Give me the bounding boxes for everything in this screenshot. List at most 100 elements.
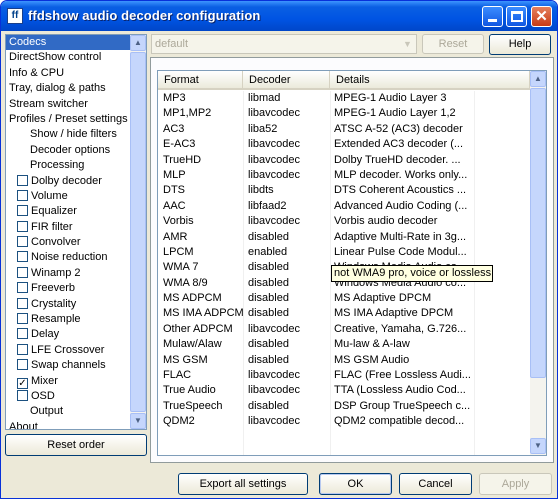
table-row[interactable]: MS IMA ADPCM disabled MS IMA Adaptive DPCM [158, 306, 530, 321]
decoder-cell[interactable]: disabled [248, 230, 332, 245]
decoder-cell[interactable]: disabled [248, 353, 332, 368]
tree-item[interactable]: Show / hide filters [6, 127, 131, 142]
table-row[interactable]: Vorbis libavcodec Vorbis audio decoder [158, 214, 530, 229]
tree-item[interactable]: About [6, 420, 131, 429]
table-row[interactable]: QDM2 libavcodec QDM2 compatible decod... [158, 414, 530, 429]
tree-item-checkbox[interactable] [17, 220, 28, 232]
scroll-up-icon[interactable]: ▲ [130, 35, 146, 51]
tree-item[interactable]: Processing [6, 158, 131, 173]
decoder-cell[interactable]: enabled [248, 245, 332, 260]
table-row[interactable]: AMR disabled Adaptive Multi-Rate in 3g... [158, 230, 530, 245]
table-row[interactable]: Other ADPCM libavcodec Creative, Yamaha, G… [158, 322, 530, 337]
tree-item-checkbox[interactable]: ✓ [17, 377, 28, 389]
codec-table[interactable]: Format Decoder Details MP3 libmad MPEG-1 A… [157, 70, 547, 456]
scroll-thumb[interactable] [530, 88, 546, 378]
tree-item[interactable]: Convolver [6, 235, 131, 250]
ok-button[interactable]: OK [319, 473, 392, 495]
tree-item[interactable]: OSD [6, 389, 131, 404]
decoder-cell[interactable]: libavcodec [248, 322, 332, 337]
table-row[interactable]: E-AC3 libavcodec Extended AC3 decoder (... [158, 137, 530, 152]
tree-item-checkbox[interactable] [17, 297, 28, 309]
table-row[interactable]: DTS libdts DTS Coherent Acoustics ... [158, 183, 530, 198]
table-scrollbar[interactable]: ▲ ▼ [530, 71, 546, 455]
decoder-cell[interactable]: libfaad2 [248, 199, 332, 214]
decoder-cell[interactable]: libavcodec [248, 368, 332, 383]
scroll-down-icon[interactable]: ▼ [530, 438, 546, 454]
tree-item[interactable]: Resample [6, 312, 131, 327]
close-button[interactable]: ✕ [531, 6, 552, 27]
tree-item[interactable]: Winamp 2 [6, 266, 131, 281]
tree-item-checkbox[interactable] [17, 359, 28, 371]
tree-item[interactable]: Crystality [6, 297, 131, 312]
tree-item[interactable]: ✓ Mixer [6, 374, 131, 389]
tree-item-checkbox[interactable] [17, 205, 28, 217]
tree-item-checkbox[interactable] [17, 251, 28, 263]
tree-item-checkbox[interactable] [17, 313, 28, 325]
table-row[interactable]: MS GSM disabled MS GSM Audio [158, 353, 530, 368]
tree-item[interactable]: Swap channels [6, 358, 131, 373]
decoder-cell[interactable]: libavcodec [248, 153, 332, 168]
column-header-format[interactable]: Format [158, 71, 243, 90]
cancel-button[interactable]: Cancel [399, 473, 472, 495]
tree-item[interactable]: FIR filter [6, 220, 131, 235]
help-button[interactable]: Help [489, 34, 551, 55]
decoder-cell[interactable]: disabled [248, 337, 332, 352]
column-header-details[interactable]: Details [330, 71, 530, 90]
table-row[interactable]: MP1,MP2 libavcodec MPEG-1 Audio Layer 1,2 [158, 106, 530, 121]
tree-item-checkbox[interactable] [17, 189, 28, 201]
reset-order-button[interactable]: Reset order [5, 434, 147, 456]
tree-item[interactable]: Info & CPU [6, 66, 131, 81]
tree-item-checkbox[interactable] [17, 174, 28, 186]
tree-item[interactable]: Decoder options [6, 143, 131, 158]
maximize-button[interactable] [506, 6, 527, 27]
decoder-cell[interactable]: disabled [248, 260, 332, 275]
table-row[interactable]: MP3 libmad MPEG-1 Audio Layer 3 [158, 91, 530, 106]
tree-item-checkbox[interactable] [17, 328, 28, 340]
table-row[interactable]: MS ADPCM disabled MS Adaptive DPCM [158, 291, 530, 306]
decoder-cell[interactable]: libavcodec [248, 383, 332, 398]
tree-item-checkbox[interactable] [17, 266, 28, 278]
table-row[interactable]: MLP libavcodec MLP decoder. Works only... [158, 168, 530, 183]
tree-item[interactable]: Profiles / Preset settings [6, 112, 131, 127]
table-row[interactable]: FLAC libavcodec FLAC (Free Lossless Audi..… [158, 368, 530, 383]
tree-item[interactable]: Output [6, 404, 131, 419]
minimize-button[interactable] [482, 6, 503, 27]
decoder-cell[interactable]: libavcodec [248, 214, 332, 229]
column-header-decoder[interactable]: Decoder [243, 71, 330, 90]
tree-item-checkbox[interactable] [17, 343, 28, 355]
tree-item[interactable]: DirectShow control [6, 50, 131, 65]
scroll-thumb[interactable] [130, 52, 146, 412]
tree-item-checkbox[interactable] [17, 282, 28, 294]
decoder-cell[interactable]: disabled [248, 276, 332, 291]
tree-item[interactable]: Noise reduction [6, 250, 131, 265]
table-row[interactable]: AC3 liba52 ATSC A-52 (AC3) decoder [158, 122, 530, 137]
decoder-cell[interactable]: disabled [248, 399, 332, 414]
scroll-up-icon[interactable]: ▲ [530, 71, 546, 87]
table-row[interactable]: AAC libfaad2 Advanced Audio Coding (... [158, 199, 530, 214]
tree-item[interactable]: Stream switcher [6, 97, 131, 112]
settings-tree-scrollbar[interactable]: ▲ ▼ [130, 35, 146, 429]
tree-item[interactable]: Equalizer [6, 204, 131, 219]
scroll-down-icon[interactable]: ▼ [130, 413, 146, 429]
tree-item[interactable]: Tray, dialog & paths [6, 81, 131, 96]
tree-item-checkbox[interactable] [17, 236, 28, 248]
table-row[interactable]: TrueSpeech disabled DSP Group TrueSpeech c… [158, 399, 530, 414]
decoder-cell[interactable]: libavcodec [248, 137, 332, 152]
title-bar[interactable]: ff ffdshow audio decoder configuration ✕ [1, 1, 557, 31]
settings-tree[interactable]: Codecs DirectShow control Info & CPU Tray, … [5, 34, 147, 430]
export-all-settings-button[interactable]: Export all settings [178, 473, 308, 495]
decoder-cell[interactable]: liba52 [248, 122, 332, 137]
tree-item[interactable]: Dolby decoder [6, 174, 131, 189]
decoder-cell[interactable]: libavcodec [248, 414, 332, 429]
tree-item[interactable]: Delay [6, 327, 131, 342]
tree-item[interactable]: Volume [6, 189, 131, 204]
decoder-cell[interactable]: disabled [248, 306, 332, 321]
tree-item-checkbox[interactable] [17, 389, 28, 401]
decoder-cell[interactable]: libavcodec [248, 106, 332, 121]
table-row[interactable]: LPCM enabled Linear Pulse Code Modul... [158, 245, 530, 260]
decoder-cell[interactable]: disabled [248, 291, 332, 306]
tree-item[interactable]: Codecs [6, 35, 131, 51]
tree-item[interactable]: LFE Crossover [6, 343, 131, 358]
table-row[interactable]: Mulaw/Alaw disabled Mu-law & A-law [158, 337, 530, 352]
table-row[interactable]: TrueHD libavcodec Dolby TrueHD decoder. ..… [158, 153, 530, 168]
